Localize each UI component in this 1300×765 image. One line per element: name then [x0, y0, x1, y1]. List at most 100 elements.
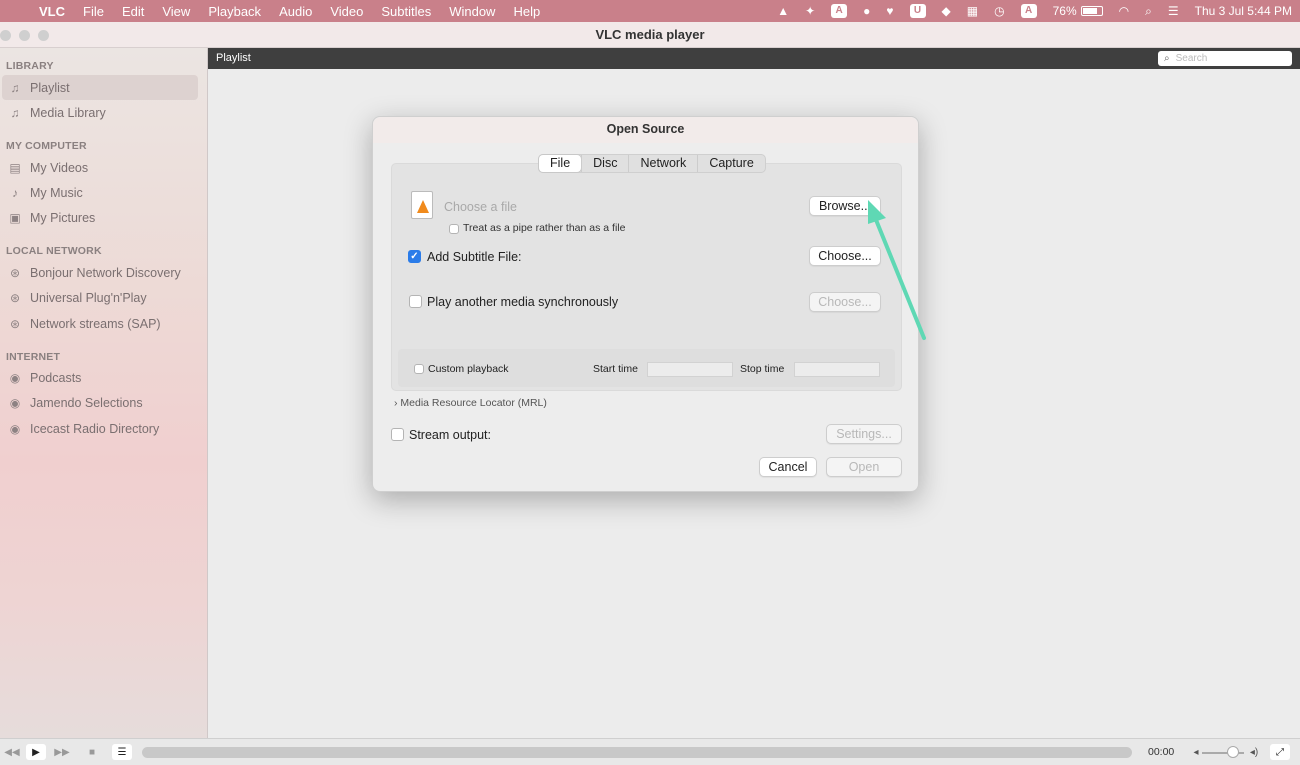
sidebar-item-label: Bonjour Network Discovery [30, 265, 181, 280]
menu-file[interactable]: File [74, 4, 113, 19]
network-icon: ⊛ [9, 316, 21, 331]
volume-high-icon[interactable]: ◂) [1244, 744, 1264, 760]
open-source-dialog: Open Source File Disc Network Capture Ch… [372, 116, 919, 492]
custom-playback-checkbox[interactable] [414, 364, 424, 374]
playlist-icon: ♫ [10, 80, 20, 95]
menu-edit[interactable]: Edit [113, 4, 153, 19]
mrl-label: Media Resource Locator (MRL) [400, 397, 547, 409]
sidebar-item-icecast[interactable]: ◉ Icecast Radio Directory [2, 416, 198, 441]
title-bar: VLC media player [0, 22, 1300, 48]
playlist-toggle-icon[interactable]: ☰ [112, 744, 132, 760]
menu-view[interactable]: View [153, 4, 199, 19]
source-tabs: File Disc Network Capture [538, 154, 766, 173]
search-input[interactable]: ⌕ Search [1158, 51, 1292, 66]
menu-video[interactable]: Video [321, 4, 372, 19]
fullscreen-icon[interactable]: ⤢ [1270, 744, 1290, 760]
clock-datetime[interactable]: Thu 3 Jul 5:44 PM [1187, 4, 1300, 18]
pipe-label: Treat as a pipe rather than as a file [463, 222, 626, 234]
podcast-icon: ◉ [9, 421, 21, 436]
menu-app[interactable]: VLC [30, 4, 74, 19]
sidebar-item-upnp[interactable]: ⊛ Universal Plug'n'Play [2, 285, 198, 310]
sidebar-item-my-videos[interactable]: ▤ My Videos [2, 155, 198, 180]
menu-help[interactable]: Help [504, 4, 549, 19]
sync-media-checkbox[interactable] [409, 295, 422, 308]
wifi-icon[interactable]: ◠ [1111, 4, 1137, 18]
sidebar-item-podcasts[interactable]: ◉ Podcasts [2, 365, 198, 390]
a-tray-icon[interactable]: A [823, 4, 855, 18]
subtitle-checkbox[interactable]: ✓ [408, 250, 421, 263]
start-time-field[interactable] [647, 362, 733, 377]
menu-bar: VLC File Edit View Playback Audio Video … [0, 0, 1300, 22]
sidebar-item-bonjour[interactable]: ⊛ Bonjour Network Discovery [2, 260, 198, 285]
sidebar-item-my-pictures[interactable]: ▣ My Pictures [2, 205, 198, 230]
sidebar: LIBRARY ♫ Playlist ♫ Media Library MY COMP… [0, 48, 208, 738]
music-icon: ♪ [12, 185, 18, 200]
menu-subtitles[interactable]: Subtitles [372, 4, 440, 19]
sidebar-item-label: Playlist [30, 80, 70, 95]
sidebar-item-label: Media Library [30, 105, 106, 120]
custom-playback-label: Custom playback [428, 363, 509, 375]
open-button[interactable]: Open [826, 457, 902, 477]
sidebar-item-label: My Music [30, 185, 83, 200]
annotation-arrow-icon [868, 200, 926, 340]
sidebar-section-my-computer: MY COMPUTER [6, 140, 87, 152]
evernote-icon[interactable]: ● [855, 4, 878, 18]
dropbox-icon[interactable]: ✦ [797, 4, 823, 18]
podcast-icon: ◉ [9, 395, 21, 410]
sidebar-item-jamendo[interactable]: ◉ Jamendo Selections [2, 390, 198, 415]
fast-forward-icon[interactable]: ▶▶ [52, 744, 72, 760]
arrow-head [868, 200, 886, 224]
pipe-checkbox[interactable] [449, 224, 459, 234]
pdf-icon[interactable]: ▦ [959, 4, 986, 18]
control-center-icon[interactable]: ☰ [1160, 4, 1187, 18]
sidebar-item-my-music[interactable]: ♪ My Music [2, 180, 198, 205]
window-title: VLC media player [595, 27, 705, 42]
tab-file[interactable]: File [539, 155, 582, 172]
cancel-button[interactable]: Cancel [759, 457, 817, 477]
tab-disc[interactable]: Disc [581, 155, 628, 172]
playback-controls: ◀◀ ▶ ▶▶ ■ ☰ 00:00 ◂ ◂) ⤢ [0, 738, 1300, 765]
seek-bar[interactable] [142, 747, 1132, 758]
search-placeholder: Search [1175, 53, 1208, 64]
keyboard-input-icon[interactable]: A [1013, 4, 1045, 18]
playlist-header: Playlist ⌕ Search [208, 48, 1300, 69]
sidebar-item-playlist[interactable]: ♫ Playlist [2, 75, 198, 100]
stream-output-label: Stream output: [409, 428, 491, 442]
clock-icon[interactable]: ◷ [986, 4, 1012, 18]
video-icon: ▤ [9, 160, 21, 175]
play-button[interactable]: ▶ [26, 744, 46, 760]
u-tray-icon[interactable]: U [902, 4, 934, 18]
stop-time-field[interactable] [794, 362, 880, 377]
pictures-icon: ▣ [9, 210, 21, 225]
menu-window[interactable]: Window [440, 4, 504, 19]
heart-icon[interactable]: ♥ [878, 4, 901, 18]
sidebar-section-local-network: LOCAL NETWORK [6, 245, 102, 257]
stream-output-checkbox[interactable] [391, 428, 404, 441]
tab-network[interactable]: Network [628, 155, 697, 172]
settings-button[interactable]: Settings... [826, 424, 902, 444]
mrl-disclosure[interactable]: › Media Resource Locator (MRL) [394, 397, 547, 409]
network-icon: ⊛ [9, 290, 21, 305]
battery-icon [1080, 6, 1103, 16]
vlc-tray-icon[interactable]: ▲ [769, 4, 797, 18]
sidebar-item-media-library[interactable]: ♫ Media Library [2, 100, 198, 125]
vlc-cone-icon [417, 200, 429, 213]
tray-app-icon[interactable]: ◆ [934, 4, 959, 18]
stop-button[interactable]: ■ [82, 744, 102, 760]
time-display: 00:00 [1148, 746, 1175, 758]
sidebar-item-sap[interactable]: ⊛ Network streams (SAP) [2, 311, 198, 336]
vlc-file-icon [411, 191, 433, 219]
rewind-icon[interactable]: ◀◀ [2, 744, 22, 760]
sidebar-item-label: Icecast Radio Directory [30, 421, 160, 436]
battery-status[interactable]: 76% [1045, 4, 1111, 18]
chevron-right-icon: › [394, 397, 398, 409]
sidebar-item-label: Universal Plug'n'Play [30, 290, 147, 305]
start-time-label: Start time [593, 363, 638, 375]
spotlight-icon[interactable]: ⌕ [1137, 4, 1160, 19]
tab-capture[interactable]: Capture [697, 155, 764, 172]
menu-audio[interactable]: Audio [270, 4, 321, 19]
volume-knob[interactable] [1227, 746, 1239, 758]
menu-playback[interactable]: Playback [199, 4, 270, 19]
playlist-header-label: Playlist [216, 52, 251, 64]
sidebar-item-label: My Pictures [30, 210, 96, 225]
